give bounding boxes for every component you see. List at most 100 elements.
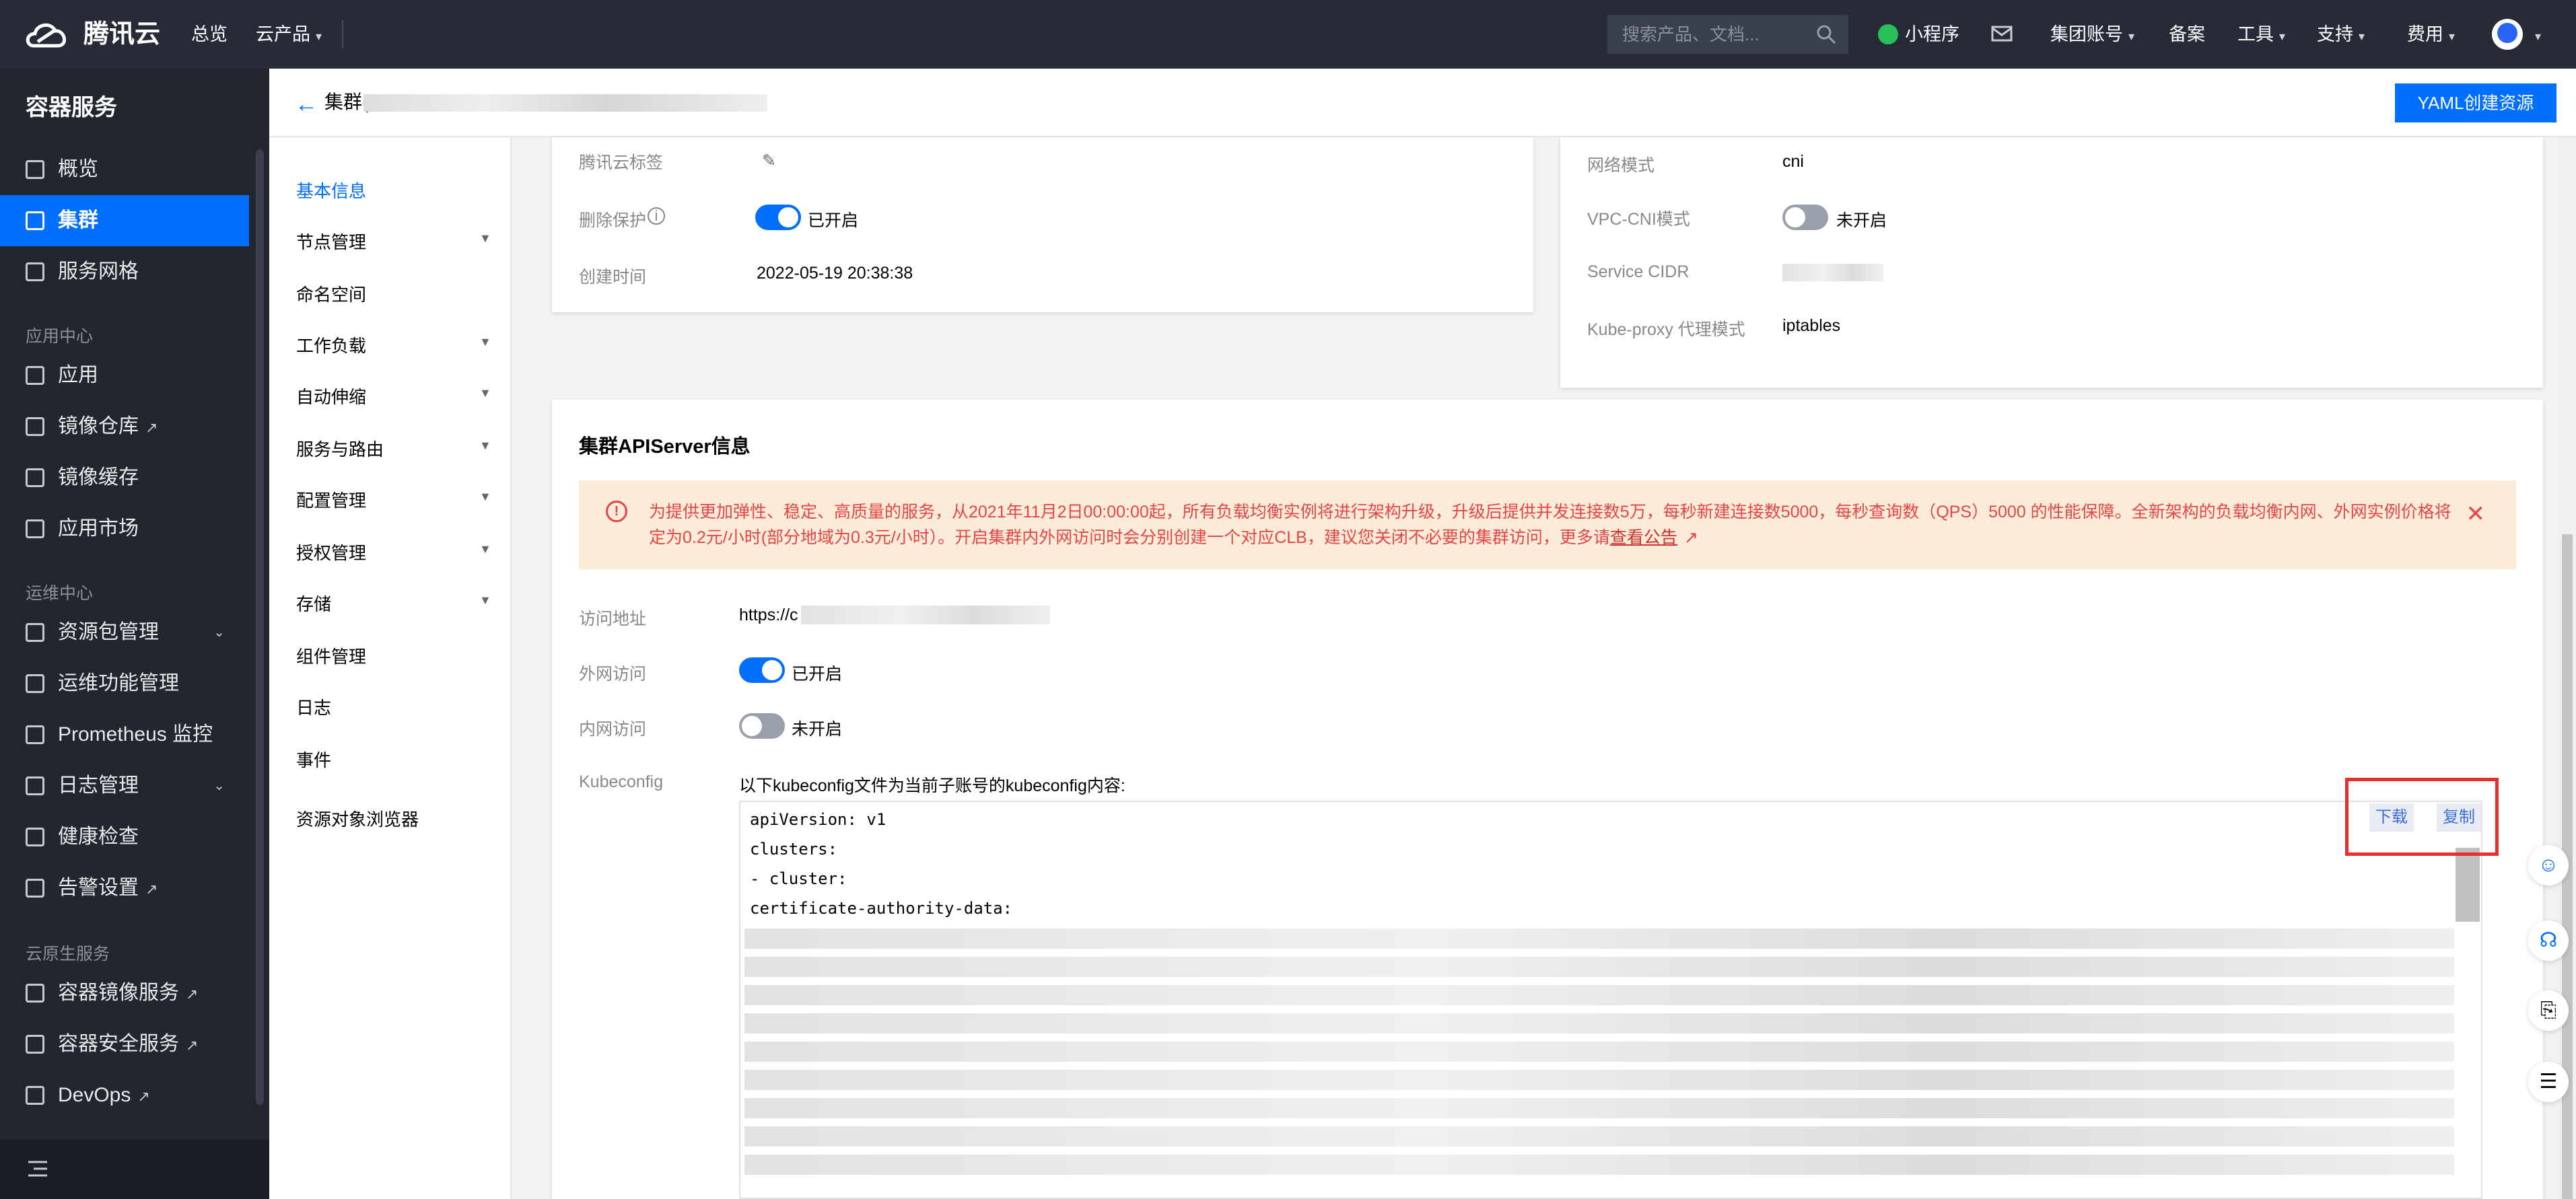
kubeconfig-scrollbar[interactable]: [2456, 848, 2480, 922]
sidebar-item-image-registry[interactable]: 镜像仓库 ↗: [0, 401, 249, 452]
nav-billing[interactable]: 费用 ▾: [2407, 0, 2455, 71]
submenu-node-management[interactable]: 节点管理: [296, 229, 366, 254]
public-access-toggle[interactable]: [739, 657, 785, 683]
vpccni-label: VPC-CNI模式: [1587, 210, 1690, 229]
sidebar-item-label: Prometheus 监控: [58, 723, 213, 746]
sidebar-scrollbar[interactable]: [256, 149, 264, 1105]
submenu-events[interactable]: 事件: [296, 747, 331, 772]
redacted-code-line: [744, 1155, 2454, 1175]
mail-icon[interactable]: [1991, 26, 2013, 42]
sidebar-item-health-check[interactable]: 健康检查: [0, 811, 249, 863]
sidebar-item-ops-management[interactable]: 运维功能管理: [0, 658, 249, 709]
submenu-namespace[interactable]: 命名空间: [296, 281, 366, 306]
nav-support[interactable]: 支持 ▾: [2317, 0, 2365, 71]
kubeconfig-label: Kubeconfig: [579, 772, 664, 791]
external-link-icon[interactable]: ↗: [1684, 528, 1698, 547]
delete-protect-status: 已开启: [808, 211, 859, 230]
submenu-resource-browser[interactable]: 资源对象浏览器: [296, 806, 419, 831]
search-box[interactable]: 搜索产品、文档...: [1607, 15, 1848, 54]
headset-support-icon[interactable]: ☊: [2528, 920, 2569, 961]
private-access-toggle[interactable]: [739, 713, 785, 739]
package-icon: [26, 623, 44, 642]
info-icon[interactable]: i: [648, 207, 665, 225]
sidebar-item-label: 镜像仓库 ↗: [58, 401, 158, 453]
shield-icon: [26, 1035, 44, 1054]
sidebar-item-app-market[interactable]: 应用市场: [0, 503, 249, 554]
sidebar-item-container-registry[interactable]: 容器镜像服务 ↗: [0, 968, 249, 1019]
nav-products[interactable]: 云产品 ▾: [256, 0, 322, 71]
nav-tools[interactable]: 工具 ▾: [2237, 0, 2285, 71]
private-access-label: 内网访问: [579, 720, 647, 739]
service-cidr-label: Service CIDR: [1587, 262, 1690, 281]
sidebar-item-label: 容器安全服务 ↗: [58, 1019, 198, 1071]
delete-protect-toggle[interactable]: [755, 205, 801, 230]
delete-protect-label: 删除保护: [579, 211, 647, 230]
kube-proxy-value: iptables: [1782, 316, 1841, 335]
submenu-autoscaling[interactable]: 自动伸缩: [296, 384, 366, 408]
tencent-cloud-logo-icon[interactable]: [24, 19, 70, 50]
external-link-icon: ↗: [137, 1088, 150, 1105]
sidebar-item-log-management[interactable]: 日志管理 ⌄: [0, 760, 249, 811]
collapse-menu-icon[interactable]: [27, 1160, 48, 1177]
nav-overview[interactable]: 总览: [191, 0, 228, 69]
sidebar-item-label: 应用: [58, 364, 98, 386]
code-line: clusters:: [750, 840, 838, 859]
submenu-basic-info[interactable]: 基本信息: [296, 178, 366, 203]
sidebar-item-cluster[interactable]: 集群: [0, 195, 249, 246]
sidebar-item-resource-package[interactable]: 资源包管理 ⌄: [0, 607, 249, 658]
redacted-code-line: [744, 985, 2454, 1005]
kubeconfig-description: 以下kubeconfig文件为当前子账号的kubeconfig内容:: [739, 776, 1125, 795]
nav-mini-program[interactable]: 小程序: [1905, 0, 1959, 69]
chevron-down-icon: ▾: [2128, 30, 2135, 43]
sidebar-item-prometheus[interactable]: Prometheus 监控: [0, 709, 249, 760]
submenu-config[interactable]: 配置管理: [296, 487, 366, 512]
sidebar-item-service-mesh[interactable]: 服务网格: [0, 246, 249, 297]
sidebar-collapse-bar[interactable]: [0, 1140, 269, 1199]
close-icon[interactable]: ✕: [2466, 501, 2486, 528]
sidebar-group-native: 云原生服务: [26, 945, 110, 964]
external-link-icon: ↗: [186, 986, 199, 1003]
submenu-service-route[interactable]: 服务与路由: [296, 436, 384, 461]
sidebar-item-label: 日志管理: [58, 774, 139, 797]
yaml-create-button[interactable]: YAML创建资源: [2395, 83, 2556, 122]
external-link-icon: ↗: [145, 881, 158, 898]
sidebar-item-overview[interactable]: 概览: [0, 144, 249, 195]
sidebar-group-ops: 运维中心: [26, 584, 94, 603]
submenu-authorization[interactable]: 授权管理: [296, 540, 366, 565]
dashboard-icon: [26, 160, 44, 179]
sidebar-item-devops[interactable]: DevOps ↗: [0, 1070, 249, 1121]
vpccni-toggle[interactable]: [1782, 205, 1828, 230]
page-header: ← 集群( YAML创建资源: [269, 69, 2576, 137]
submenu-workload[interactable]: 工作负载: [296, 332, 366, 357]
nav-filing[interactable]: 备案: [2169, 0, 2205, 69]
search-input[interactable]: 搜索产品、文档...: [1622, 15, 1760, 54]
submenu-components[interactable]: 组件管理: [296, 643, 366, 668]
submenu-logs[interactable]: 日志: [296, 694, 331, 719]
sidebar-item-text: DevOps: [58, 1084, 131, 1106]
mesh-icon: [26, 262, 44, 281]
chevron-down-icon[interactable]: ▾: [2530, 0, 2541, 71]
sidebar: 容器服务 概览 集群 服务网格 应用中心 应用 镜像仓库 ↗ 镜像缓存 应用市场 …: [0, 69, 269, 1199]
sidebar-item-container-security[interactable]: 容器安全服务 ↗: [0, 1019, 249, 1070]
nav-products-label: 云产品: [256, 24, 310, 44]
search-icon[interactable]: [1816, 24, 1836, 44]
submenu-storage[interactable]: 存储: [296, 591, 331, 616]
user-avatar[interactable]: [2492, 19, 2523, 50]
list-menu-icon[interactable]: ☰: [2528, 1062, 2569, 1102]
sidebar-item-app[interactable]: 应用: [0, 350, 249, 401]
created-label: 创建时间: [579, 268, 647, 287]
kubeconfig-content[interactable]: apiVersion: v1 clusters: - cluster: cert…: [739, 801, 2482, 1199]
sidebar-item-alarm[interactable]: 告警设置 ↗: [0, 863, 249, 914]
page-scrollbar[interactable]: [2558, 137, 2576, 1199]
sidebar-item-image-cache[interactable]: 镜像缓存: [0, 452, 249, 503]
book-docs-icon[interactable]: ⎘: [2528, 990, 2569, 1031]
notice-link[interactable]: 查看公告: [1610, 528, 1677, 547]
smile-service-icon[interactable]: ☺: [2528, 845, 2569, 885]
edit-icon[interactable]: ✎: [762, 151, 776, 171]
back-arrow-icon[interactable]: ←: [295, 92, 318, 118]
sidebar-item-text: 镜像仓库: [58, 415, 139, 437]
nav-group-account[interactable]: 集团账号 ▾: [2050, 0, 2134, 71]
monitor-icon: [26, 725, 44, 744]
logo-text[interactable]: 腾讯云: [83, 0, 160, 69]
mini-program-icon[interactable]: [1878, 24, 1898, 44]
